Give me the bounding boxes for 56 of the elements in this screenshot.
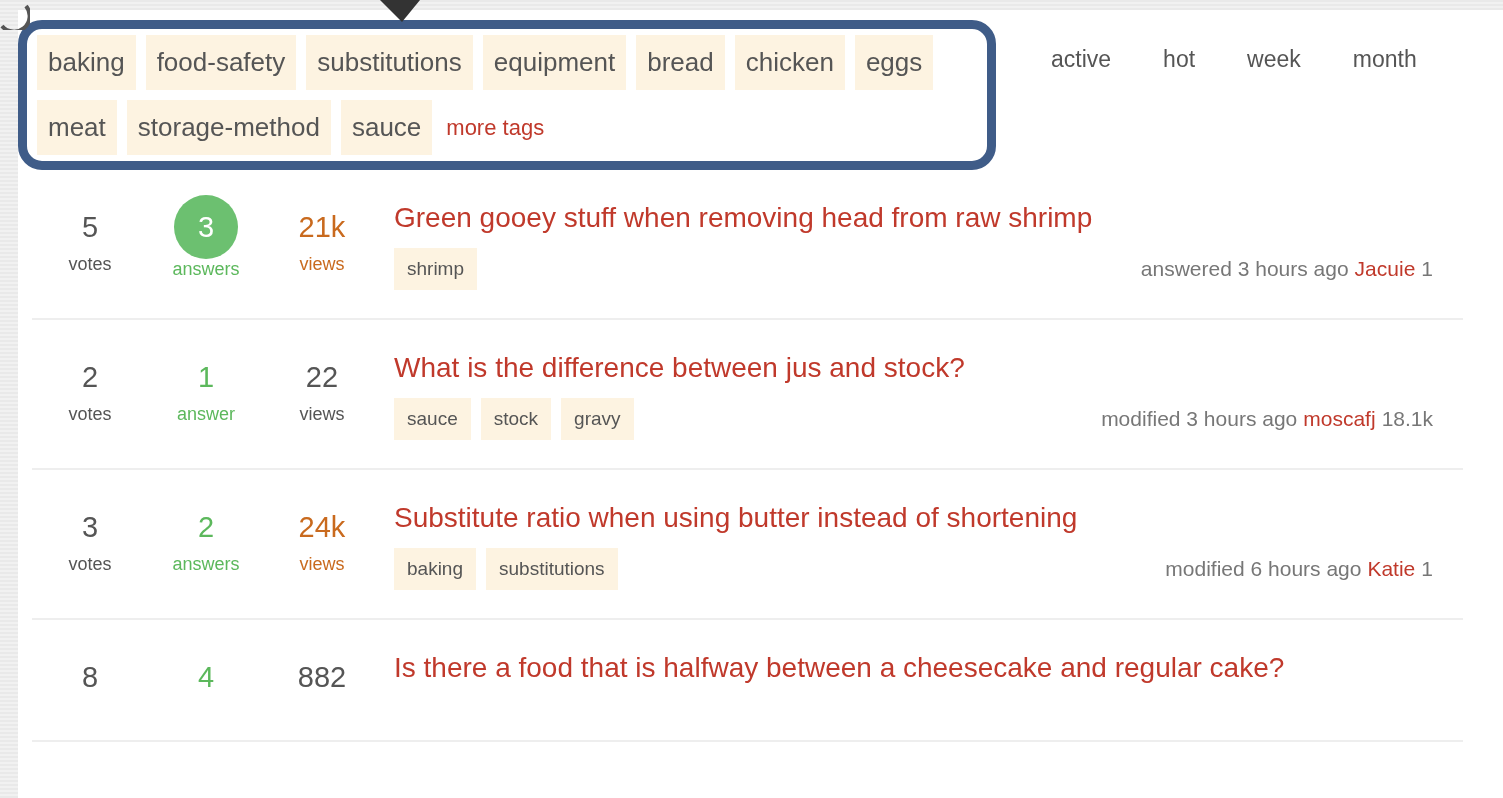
question-title-link[interactable]: Green gooey stuff when removing head from raw shrimp xyxy=(394,202,1463,234)
view-count: 22 xyxy=(305,360,339,395)
view-count: 24k xyxy=(298,510,346,545)
tag[interactable]: substitutions xyxy=(306,35,473,90)
answers-label: answer xyxy=(177,404,235,425)
more-tags-link[interactable]: more tags xyxy=(446,114,545,141)
user-link[interactable]: moscafj xyxy=(1303,407,1376,431)
answer-count: 1 xyxy=(197,360,215,395)
tag[interactable]: substitutions xyxy=(486,548,618,590)
answer-count: 4 xyxy=(197,660,215,695)
tag[interactable]: bread xyxy=(636,35,725,90)
tag[interactable]: equipment xyxy=(482,35,627,90)
votes-label: votes xyxy=(68,404,112,425)
arrow-head-icon xyxy=(380,0,420,22)
tag[interactable]: sauce xyxy=(394,398,471,440)
views-label: views xyxy=(299,554,345,575)
reputation-score: 1 xyxy=(1421,557,1433,581)
answer-count: 2 xyxy=(197,510,215,545)
tag[interactable]: gravy xyxy=(561,398,634,440)
tag[interactable]: sauce xyxy=(340,100,433,155)
view-count: 21k xyxy=(298,210,346,245)
tag[interactable]: baking xyxy=(394,548,476,590)
vote-count: 2 xyxy=(81,360,99,395)
sort-tab[interactable]: hot xyxy=(1163,46,1196,73)
vote-count: 3 xyxy=(81,510,99,545)
answer-count: 3 xyxy=(174,195,238,259)
reputation-score: 18.1k xyxy=(1381,407,1433,431)
question-title-link[interactable]: Is there a food that is halfway between a cheesecake and regular cake? xyxy=(394,652,1463,684)
vote-count: 5 xyxy=(81,210,99,245)
tag[interactable]: eggs xyxy=(854,35,934,90)
votes-label: votes xyxy=(68,254,112,275)
question-title-link[interactable]: What is the difference between jus and stock? xyxy=(394,352,1463,384)
reputation-score: 1 xyxy=(1421,257,1433,281)
tag[interactable]: food-safety xyxy=(145,35,297,90)
question-title-link[interactable]: Substitute ratio when using butter instead of shortening xyxy=(394,502,1463,534)
sort-tab[interactable]: active xyxy=(1051,46,1112,73)
views-label: views xyxy=(299,404,345,425)
sort-tab[interactable]: month xyxy=(1352,46,1417,73)
votes-label: votes xyxy=(68,554,112,575)
answers-label: answers xyxy=(172,554,240,575)
user-link[interactable]: Katie xyxy=(1367,557,1416,581)
user-link[interactable]: Jacuie xyxy=(1354,257,1416,281)
tag[interactable]: storage-method xyxy=(126,100,331,155)
tag[interactable]: baking xyxy=(37,35,136,90)
activity-text: modified 3 hours ago xyxy=(1101,407,1298,431)
tag[interactable]: stock xyxy=(480,398,552,440)
answers-label: answers xyxy=(172,259,240,280)
views-label: views xyxy=(299,254,345,275)
vote-count: 8 xyxy=(81,660,99,695)
sort-tab[interactable]: week xyxy=(1247,46,1301,73)
activity-text: modified 6 hours ago xyxy=(1165,557,1362,581)
activity-text: answered 3 hours ago xyxy=(1140,257,1349,281)
view-count: 882 xyxy=(297,660,347,695)
tag[interactable]: meat xyxy=(37,100,117,155)
tag[interactable]: chicken xyxy=(734,35,845,90)
tag[interactable]: shrimp xyxy=(394,248,477,290)
